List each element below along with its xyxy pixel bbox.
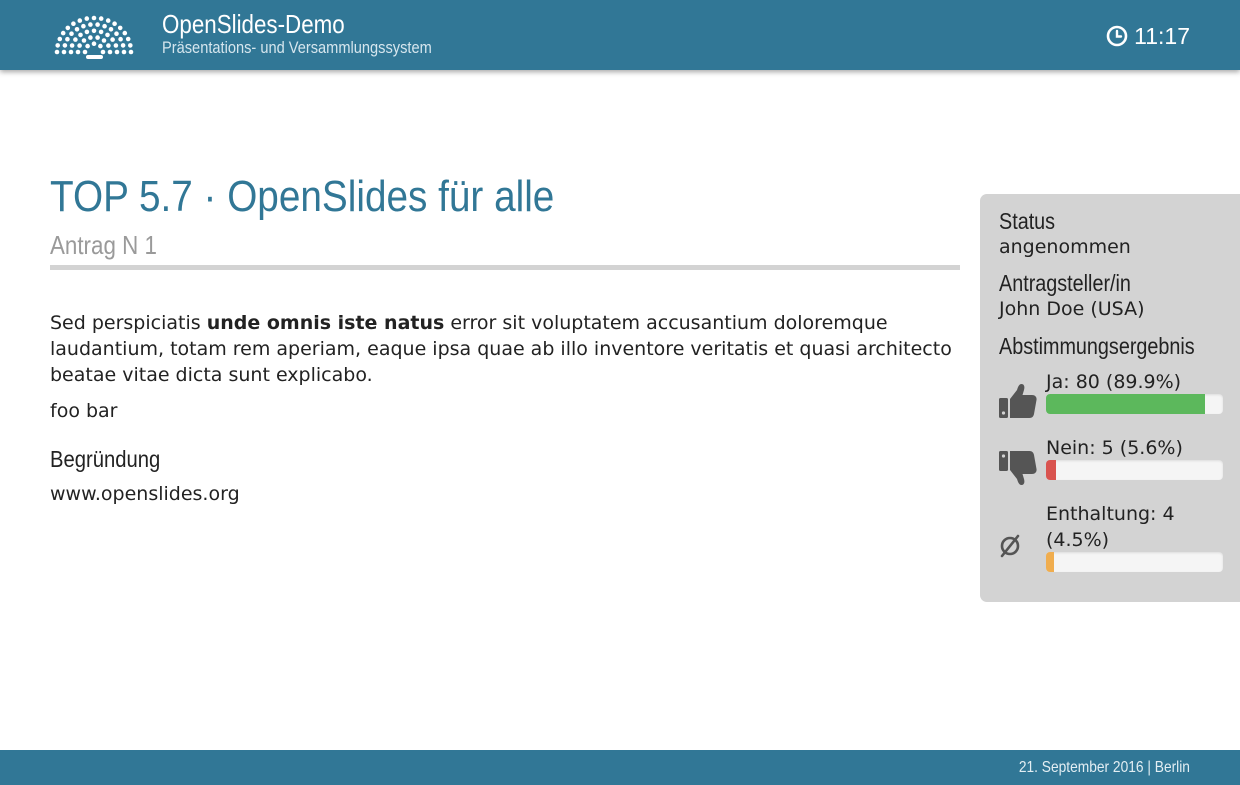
logo-dot — [105, 18, 111, 23]
page-title: TOP 5.7 · OpenSlides für alle — [50, 172, 555, 221]
logo-dot — [91, 15, 97, 21]
vote-yes-label: Ja: 80 (89.9%) — [1046, 371, 1182, 393]
motion-identifier: Antrag N 1 — [50, 230, 157, 260]
parliament-logo-icon — [54, 15, 134, 59]
logo-dot — [101, 38, 107, 43]
logo-dot — [61, 49, 67, 55]
vote-no-bar — [1046, 460, 1223, 480]
logo-dot — [128, 49, 134, 55]
logo-dot — [105, 32, 110, 38]
logo-dot — [128, 43, 133, 48]
vote-yes-bar-fill — [1046, 394, 1206, 414]
vote-yes-bar — [1046, 394, 1223, 414]
status-heading: Status — [999, 208, 1056, 234]
logo-dot — [112, 21, 117, 26]
logo-dot — [85, 43, 90, 49]
logo-dot — [110, 37, 115, 42]
logo-dot — [113, 43, 119, 48]
logo-dot — [65, 25, 71, 31]
logo-dot — [95, 22, 100, 27]
logo-dot — [91, 41, 97, 46]
logo-dot — [77, 43, 82, 48]
result-heading: Abstimmungsergebnis — [999, 333, 1195, 359]
logo-dot — [121, 49, 127, 55]
logo-dot — [81, 38, 87, 43]
status-value: angenommen — [999, 236, 1131, 258]
logo-dot — [106, 43, 111, 48]
logo-dot — [84, 29, 90, 35]
logo-dot — [73, 37, 78, 42]
motion-text-line2: foo bar — [50, 400, 118, 422]
logo-dot — [57, 36, 63, 42]
reason-heading: Begründung — [50, 446, 161, 472]
logo-dot — [71, 21, 76, 26]
submitter-value: John Doe (USA) — [999, 298, 1145, 320]
logo-dot — [82, 49, 88, 55]
logo-dot — [98, 43, 103, 49]
logo-dot — [55, 43, 60, 48]
logo-dot — [77, 18, 83, 23]
thumbs-up-icon — [999, 384, 1037, 418]
logo-dot — [69, 31, 74, 36]
logo-dot — [88, 22, 93, 27]
logo-dot — [84, 16, 90, 21]
clock: 11:17 — [1106, 22, 1190, 50]
empty-set-icon — [1000, 534, 1020, 558]
footer-bar: 21. September 2016 | Berlin — [0, 750, 1240, 785]
header-bar: OpenSlides-Demo Präsentations- und Versa… — [0, 0, 1240, 70]
vote-no-bar-fill — [1046, 460, 1056, 480]
logo-dot — [125, 36, 131, 42]
motion-text-bold: unde omnis iste natus — [206, 312, 445, 334]
logo-dot — [107, 49, 113, 55]
logo-dot — [65, 36, 70, 42]
thumbs-down-icon — [999, 451, 1037, 485]
logo-dot — [100, 49, 106, 55]
logo-dot — [88, 35, 93, 40]
logo-dot — [98, 16, 104, 21]
logo-dot — [74, 27, 80, 32]
vote-abstain-bar-fill — [1046, 552, 1054, 572]
logo-dot — [114, 49, 120, 55]
logo-dot — [108, 27, 114, 32]
logo-dot — [98, 29, 104, 35]
logo-dot — [62, 43, 68, 48]
logo-dot — [91, 28, 97, 34]
logo-dot — [114, 31, 119, 36]
logo-dot — [122, 30, 128, 36]
motion-meta-panel: Status angenommen Antragsteller/in John … — [980, 194, 1240, 602]
logo-dot — [75, 49, 81, 55]
logo-dot — [118, 36, 123, 42]
title-divider — [50, 265, 960, 270]
clock-time: 11:17 — [1134, 23, 1190, 49]
motion-text-part1: Sed perspiciatis — [50, 312, 207, 334]
logo-dot — [68, 49, 74, 55]
logo-dot — [95, 35, 100, 40]
logo-dot — [120, 43, 126, 48]
submitter-heading: Antragsteller/in — [999, 270, 1131, 296]
app-title: OpenSlides-Demo — [162, 9, 345, 39]
app-subtitle: Präsentations- und Versammlungssystem — [162, 38, 432, 57]
vote-no-label: Nein: 5 (5.6%) — [1046, 437, 1183, 459]
clock-icon — [1106, 25, 1128, 47]
logo-dot — [102, 23, 107, 29]
logo-dot — [81, 23, 86, 29]
logo-dot — [78, 32, 83, 38]
vote-abstain-label: Enthaltung: 4 (4.5%) — [1046, 503, 1175, 551]
logo-dot — [69, 43, 75, 48]
reason-text: www.openslides.org — [50, 483, 240, 505]
footer-text: 21. September 2016 | Berlin — [1018, 759, 1190, 776]
logo-dot — [117, 25, 123, 31]
motion-text: Sed perspiciatis unde omnis iste natus e… — [50, 310, 985, 388]
vote-abstain-bar — [1046, 552, 1223, 572]
logo-dot — [54, 49, 60, 55]
logo-dot — [60, 30, 66, 36]
